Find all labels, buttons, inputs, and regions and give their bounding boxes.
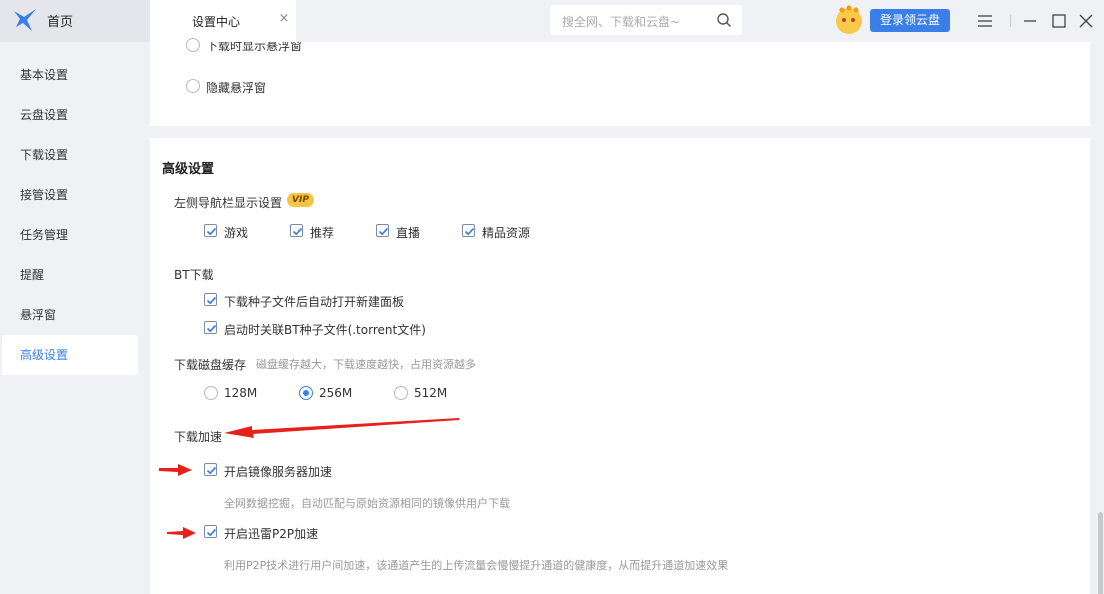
sidebar-item-tasks[interactable]: 任务管理 bbox=[2, 215, 138, 255]
avatar-icon[interactable] bbox=[834, 5, 864, 35]
scrollbar-thumb[interactable] bbox=[1098, 512, 1103, 594]
sidebar-item-cloud[interactable]: 云盘设置 bbox=[2, 95, 138, 135]
radio-cache-512m-label: 512M bbox=[414, 386, 448, 400]
checkbox-associate-torrent[interactable] bbox=[204, 321, 217, 334]
close-window-icon[interactable] bbox=[1076, 11, 1096, 31]
radio-show-during-download[interactable] bbox=[186, 38, 200, 52]
radio-cache-256m[interactable] bbox=[299, 386, 313, 400]
check-icon bbox=[292, 227, 303, 236]
check-icon bbox=[206, 296, 217, 305]
tab-home[interactable]: 首页 bbox=[0, 0, 150, 42]
p2p-acceleration-description: 利用P2P技术进行用户间加速，该通道产生的上传流量会慢慢提升通道的健康度，从而提… bbox=[224, 559, 729, 572]
checkbox-premium-resources[interactable] bbox=[462, 224, 475, 237]
window-controls-divider bbox=[1010, 15, 1011, 27]
sidebar-item-advanced[interactable]: 高级设置 bbox=[2, 335, 138, 375]
page-title: 高级设置 bbox=[162, 162, 215, 177]
bt-download-label: BT下载 bbox=[174, 268, 214, 282]
settings-sidebar: 基本设置 云盘设置 下载设置 接管设置 任务管理 提醒 悬浮窗 高级设置 bbox=[0, 42, 150, 594]
close-icon[interactable]: × bbox=[278, 12, 290, 26]
nav-display-label: 左侧导航栏显示设置 bbox=[174, 196, 283, 210]
checkbox-recommend-label: 推荐 bbox=[310, 226, 335, 240]
checkbox-p2p-acceleration-label: 开启迅雷P2P加速 bbox=[224, 527, 319, 541]
annotation-arrow-icon bbox=[224, 418, 459, 438]
search-icon[interactable] bbox=[716, 12, 732, 28]
acceleration-label: 下载加速 bbox=[174, 430, 223, 444]
disk-cache-label: 下载磁盘缓存 bbox=[174, 358, 247, 372]
radio-hide-floating-window[interactable] bbox=[186, 79, 200, 93]
sidebar-item-floating-window[interactable]: 悬浮窗 bbox=[2, 295, 138, 335]
maximize-icon[interactable] bbox=[1049, 11, 1069, 31]
check-icon bbox=[464, 227, 475, 236]
checkbox-associate-torrent-label: 启动时关联BT种子文件(.torrent文件) bbox=[224, 323, 426, 337]
checkbox-auto-open-panel-label: 下载种子文件后自动打开新建面板 bbox=[224, 295, 405, 309]
tab-settings-label: 设置中心 bbox=[192, 15, 241, 29]
check-icon bbox=[206, 528, 217, 537]
disk-cache-hint: 磁盘缓存越大，下载速度越快，占用资源越多 bbox=[256, 358, 476, 371]
search-input[interactable]: 搜全网、下载和云盘~ bbox=[550, 5, 742, 35]
search-placeholder: 搜全网、下载和云盘~ bbox=[562, 15, 681, 29]
checkbox-games-label: 游戏 bbox=[224, 226, 249, 240]
annotation-arrow-icon bbox=[167, 527, 196, 539]
content-scrollbar[interactable] bbox=[1098, 42, 1104, 594]
sidebar-item-reminder[interactable]: 提醒 bbox=[2, 255, 138, 295]
radio-cache-128m-label: 128M bbox=[224, 386, 258, 400]
sidebar-item-takeover[interactable]: 接管设置 bbox=[2, 175, 138, 215]
floating-window-panel bbox=[150, 42, 1090, 126]
check-icon bbox=[206, 324, 217, 333]
radio-cache-128m[interactable] bbox=[204, 386, 218, 400]
tab-settings[interactable]: 设置中心 × bbox=[150, 0, 296, 42]
checkbox-recommend[interactable] bbox=[290, 224, 303, 237]
checkbox-mirror-acceleration-label: 开启镜像服务器加速 bbox=[224, 465, 333, 479]
check-icon bbox=[206, 227, 217, 236]
check-icon bbox=[378, 227, 389, 236]
checkbox-p2p-acceleration[interactable] bbox=[204, 525, 217, 538]
title-bar: 首页 设置中心 × 搜全网、下载和云盘~ 登录领云盘 bbox=[0, 0, 1104, 42]
radio-cache-256m-label: 256M bbox=[319, 386, 353, 400]
sidebar-item-basic[interactable]: 基本设置 bbox=[2, 55, 138, 95]
checkbox-premium-resources-label: 精品资源 bbox=[482, 226, 531, 240]
tab-home-label: 首页 bbox=[47, 15, 74, 30]
logo-icon bbox=[14, 9, 36, 31]
checkbox-live[interactable] bbox=[376, 224, 389, 237]
vip-badge: VIP bbox=[287, 193, 314, 207]
option-hide-floating-window-label: 隐藏悬浮窗 bbox=[206, 81, 267, 95]
mirror-acceleration-description: 全网数据挖掘，自动匹配与原始资源相同的镜像供用户下载 bbox=[224, 497, 510, 510]
login-button[interactable]: 登录领云盘 bbox=[870, 9, 950, 32]
checkbox-mirror-acceleration[interactable] bbox=[204, 463, 217, 476]
checkbox-auto-open-panel[interactable] bbox=[204, 293, 217, 306]
menu-icon[interactable] bbox=[975, 11, 995, 31]
minimize-icon[interactable] bbox=[1020, 11, 1040, 31]
annotation-arrow-icon bbox=[159, 464, 192, 476]
checkbox-live-label: 直播 bbox=[396, 226, 421, 240]
checkbox-games[interactable] bbox=[204, 224, 217, 237]
check-icon bbox=[206, 466, 217, 475]
radio-cache-512m[interactable] bbox=[394, 386, 408, 400]
sidebar-item-download[interactable]: 下载设置 bbox=[2, 135, 138, 175]
